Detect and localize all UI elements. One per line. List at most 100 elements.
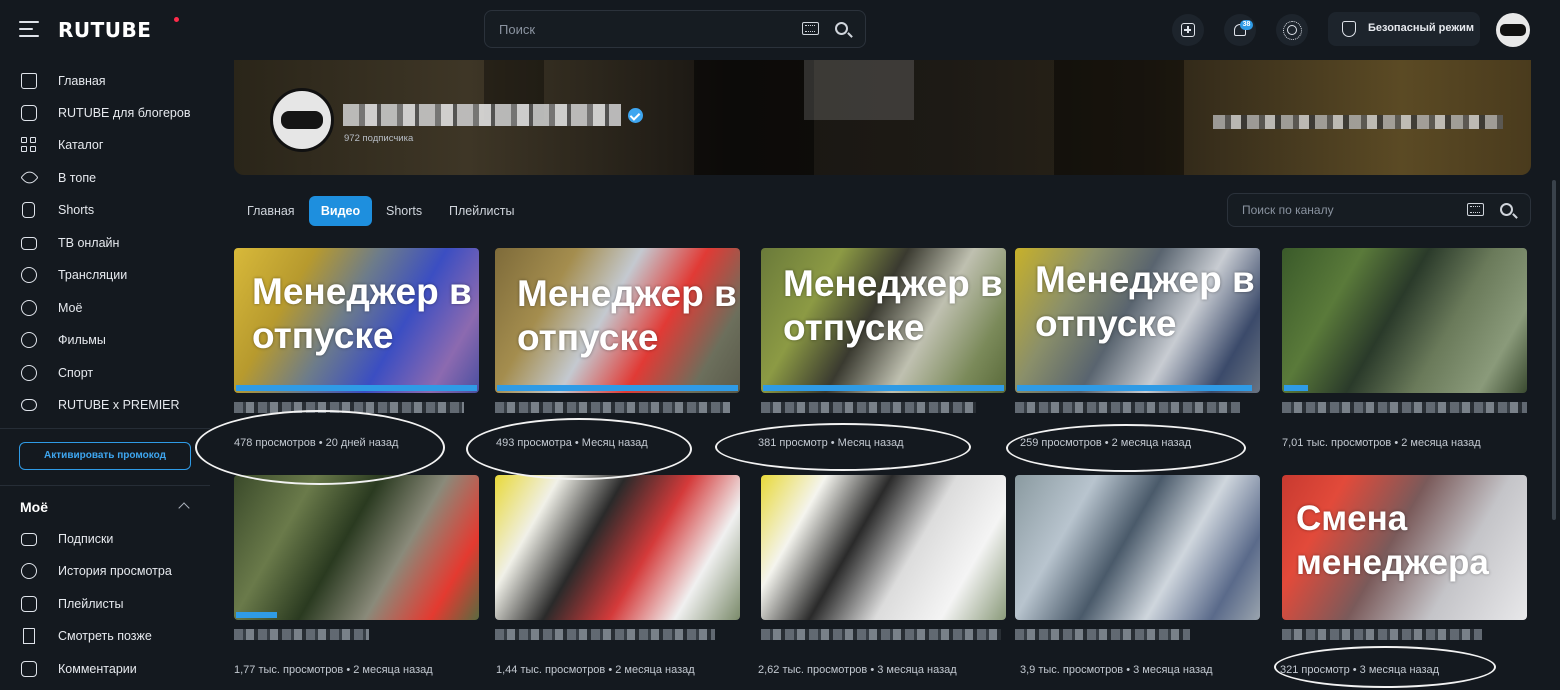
sidebar-item-label: Shorts <box>58 203 95 217</box>
video-thumbnail[interactable]: Менеджер в отпуске <box>495 248 740 393</box>
user-avatar[interactable] <box>1496 13 1530 47</box>
channel-subscribers: 972 подписчика <box>344 133 414 144</box>
video-thumbnail[interactable]: Смена менеджера <box>1282 475 1527 620</box>
sidebar-item-label: Трансляции <box>58 268 128 282</box>
search-icon[interactable] <box>1500 203 1513 216</box>
sidebar-item-label: RUTUBE для блогеров <box>58 106 191 120</box>
channel-search-input[interactable]: Поиск по каналу <box>1227 193 1531 227</box>
logo-dot <box>174 17 179 22</box>
sidebar-item-catalog[interactable]: Каталог <box>0 130 210 160</box>
sidebar: Главная RUTUBE для блогеров Каталог В то… <box>0 60 210 690</box>
sidebar-item-label: Плейлисты <box>58 597 124 611</box>
video-title-blurred[interactable] <box>761 629 1001 640</box>
video-title-blurred[interactable] <box>234 629 369 640</box>
sidebar-divider <box>0 428 210 429</box>
channel-avatar[interactable] <box>270 88 334 152</box>
sidebar-item-label: RUTUBE x PREMIER <box>58 398 180 412</box>
tab-home[interactable]: Главная <box>247 196 295 226</box>
video-title-blurred[interactable] <box>1015 402 1240 413</box>
sidebar-item-my[interactable]: Моё <box>0 293 210 323</box>
video-title-blurred[interactable] <box>1282 402 1527 413</box>
sidebar-item-label: ТВ онлайн <box>58 236 120 250</box>
tab-videos[interactable]: Видео <box>309 196 372 226</box>
activate-promo-button[interactable]: Активировать промокод <box>19 442 191 470</box>
annotation-circle <box>466 418 692 480</box>
sidebar-item-subscriptions[interactable]: Подписки <box>0 524 210 554</box>
sidebar-item-comments[interactable]: Комментарии <box>0 654 210 684</box>
sidebar-item-top[interactable]: В топе <box>0 163 210 193</box>
thumbnail-overlay-text: Менеджер в отпуске <box>1035 259 1255 344</box>
sidebar-item-home[interactable]: Главная <box>0 66 210 96</box>
video-thumbnail[interactable] <box>761 475 1006 620</box>
annotation-circle <box>715 423 971 471</box>
sidebar-item-premier[interactable]: RUTUBE x PREMIER <box>0 390 210 420</box>
bookmark-icon <box>23 628 35 644</box>
my-section-title: Моё <box>20 499 48 515</box>
video-title-blurred[interactable] <box>495 402 730 413</box>
sidebar-item-label: Каталог <box>58 138 104 152</box>
video-thumbnail[interactable]: Менеджер в отпуске <box>761 248 1006 393</box>
annotation-circle <box>1274 646 1496 688</box>
sidebar-item-bloggers[interactable]: RUTUBE для блогеров <box>0 98 210 128</box>
sidebar-item-shorts[interactable]: Shorts <box>0 195 210 225</box>
sidebar-item-broadcasts[interactable]: Трансляции <box>0 260 210 290</box>
menu-icon[interactable] <box>19 21 39 39</box>
sidebar-item-history[interactable]: История просмотра <box>0 556 210 586</box>
thumbnail-overlay-text: Смена менеджера <box>1296 499 1489 582</box>
shorts-icon <box>22 202 35 218</box>
verified-icon <box>628 108 643 123</box>
sidebar-divider <box>0 485 210 486</box>
safe-mode-label: Безопасный режим <box>1368 22 1475 34</box>
channel-search-placeholder: Поиск по каналу <box>1242 203 1334 217</box>
sidebar-item-label: Подписки <box>58 532 114 546</box>
video-title-blurred[interactable] <box>495 629 715 640</box>
safe-mode-button[interactable]: Безопасный режим <box>1328 12 1480 46</box>
sidebar-item-tv[interactable]: ТВ онлайн <box>0 228 210 258</box>
tab-shorts[interactable]: Shorts <box>386 196 422 226</box>
video-title-blurred[interactable] <box>1282 629 1482 640</box>
search-input[interactable]: Поиск <box>484 10 866 48</box>
sidebar-item-sport[interactable]: Спорт <box>0 358 210 388</box>
video-title-blurred[interactable] <box>1015 629 1190 640</box>
rocket-icon <box>20 168 39 187</box>
sidebar-item-label: Смотреть позже <box>58 629 152 643</box>
upload-button[interactable] <box>1172 14 1204 46</box>
chevron-up-icon[interactable] <box>178 502 190 514</box>
sidebar-item-watch-later[interactable]: Смотреть позже <box>0 621 210 651</box>
video-meta: 1,44 тыс. просмотров • 2 месяца назад <box>496 664 695 676</box>
tab-playlists[interactable]: Плейлисты <box>449 196 514 226</box>
banner-pixel-block <box>694 60 814 175</box>
top-bar: RUTUBE Поиск 38 Безопасный режим <box>0 0 1560 60</box>
sidebar-item-label: Фильмы <box>58 333 106 347</box>
search-icon[interactable] <box>835 22 848 35</box>
video-title-blurred[interactable] <box>761 402 976 413</box>
video-thumbnail[interactable] <box>1015 475 1260 620</box>
scrollbar-thumb[interactable] <box>1552 180 1556 520</box>
tv-icon <box>21 237 37 250</box>
keyboard-icon[interactable] <box>802 22 819 35</box>
sidebar-item-label: Спорт <box>58 366 94 380</box>
video-meta: 2,62 тыс. просмотров • 3 месяца назад <box>758 664 957 676</box>
sidebar-item-films[interactable]: Фильмы <box>0 325 210 355</box>
video-thumbnail[interactable] <box>234 475 479 620</box>
video-meta: 1,77 тыс. просмотров • 2 месяца назад <box>234 664 433 676</box>
broadcast-icon <box>21 267 37 283</box>
watch-progress-bar <box>236 385 477 391</box>
channel-banner-text-blurred <box>1213 115 1503 129</box>
keyboard-icon[interactable] <box>1467 203 1484 216</box>
sidebar-item-playlists[interactable]: Плейлисты <box>0 589 210 619</box>
video-thumbnail[interactable] <box>495 475 740 620</box>
blogger-icon <box>21 105 37 121</box>
rutube-logo[interactable]: RUTUBE <box>58 18 151 42</box>
video-thumbnail[interactable]: Менеджер в отпуске <box>1015 248 1260 393</box>
video-thumbnail[interactable]: Менеджер в отпуске <box>234 248 479 393</box>
grid-icon <box>21 137 37 153</box>
channel-name-blurred <box>343 104 621 126</box>
video-thumbnail[interactable] <box>1282 248 1527 393</box>
theme-toggle-button[interactable] <box>1276 14 1308 46</box>
watch-progress-bar <box>1017 385 1252 391</box>
search-placeholder: Поиск <box>499 22 536 37</box>
sidebar-item-label: Комментарии <box>58 662 137 676</box>
notifications-button[interactable]: 38 <box>1224 14 1256 46</box>
playlist-icon <box>21 596 37 612</box>
